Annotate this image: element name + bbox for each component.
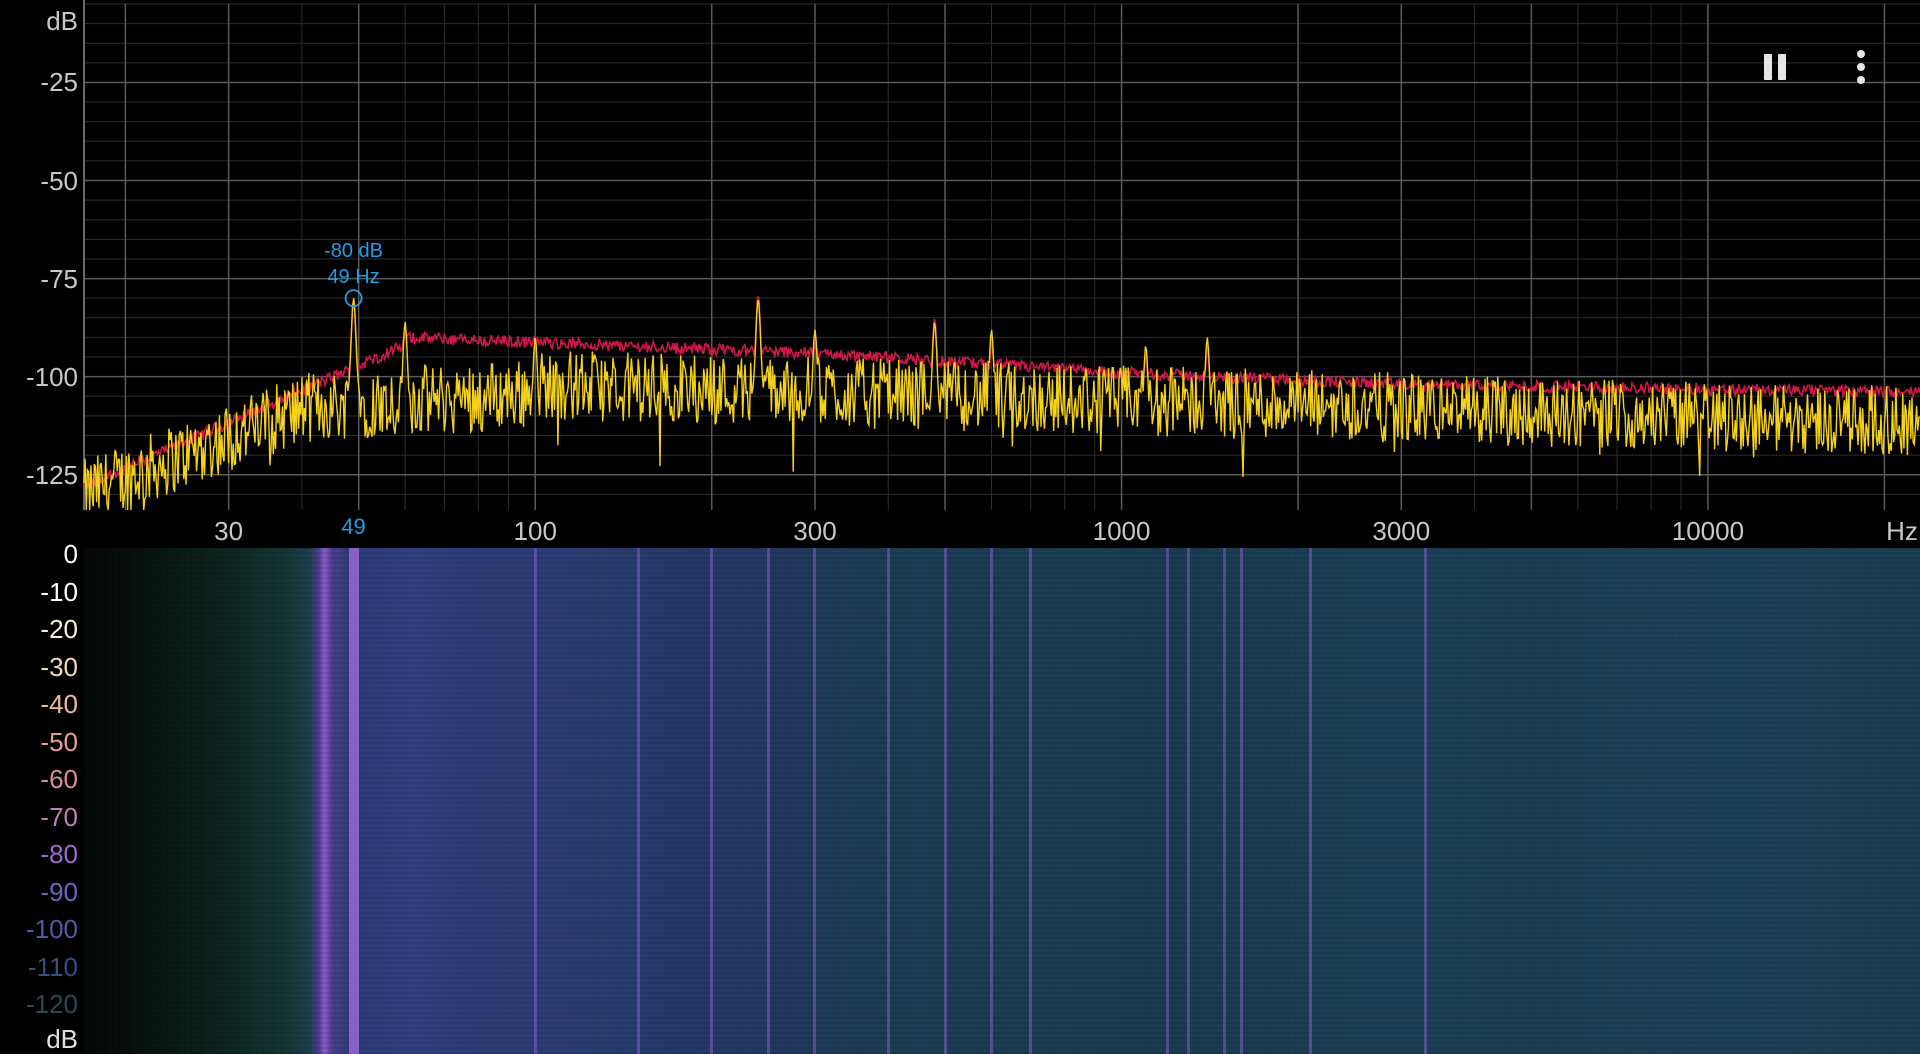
spectrogram-harmonic-streak [1186,548,1190,1054]
spectrogram-harmonic-streak [1424,548,1428,1054]
spectrogram-scale-label: -50 [40,726,78,757]
x-axis-unit-label: Hz [1886,516,1918,546]
spectrogram-harmonic-streak [348,548,359,1054]
more-vertical-icon [1857,50,1865,84]
y-tick-label: -100 [25,361,78,392]
spectrogram-scale-label: -110 [27,951,78,982]
spectrogram-harmonic-streak [813,548,817,1054]
spectrogram-scale-label: -20 [40,614,78,644]
spectrogram-scale-label: -100 [25,914,78,944]
spectrogram-scale-label: -120 [25,989,78,1019]
spectrogram-scale-label: -60 [40,764,78,794]
spectrogram-harmonic-streak [1308,548,1312,1054]
spectrogram-scale-label: -80 [40,839,78,869]
peak-marker-hz: 49 Hz [327,266,380,289]
spectrogram-waterfall[interactable] [84,548,1920,1054]
pause-icon [1764,54,1790,80]
x-tick-label: 3000 [1372,516,1431,546]
spectrogram-scale-label: 0 [63,539,78,569]
y-tick-label: -125 [25,459,78,490]
spectrogram-harmonic-streak [533,548,537,1054]
peak-marker-axis-label: 49 [341,514,366,539]
peak-marker-db: -80 dB [324,240,384,263]
pause-button[interactable] [1756,52,1796,82]
spectrogram-harmonic-streak [1239,548,1243,1054]
spectrogram-unit-label: dB [46,1024,78,1054]
x-tick-label: 100 [513,516,557,546]
spectrogram-scale-label: -90 [40,876,78,907]
x-tick-label: 10000 [1671,516,1745,546]
y-axis-unit-label: dB [46,6,78,36]
spectrogram-harmonic-streak [710,548,714,1054]
y-tick-label: -25 [40,67,78,98]
spectrogram-harmonic-streak [943,548,947,1054]
more-options-button[interactable] [1846,48,1876,88]
spectrum-plot[interactable] [0,0,1920,548]
y-tick-label: -75 [40,263,78,294]
x-tick-label: 30 [214,516,244,546]
spectrogram-texture [84,548,1920,1054]
spectrogram-scale-label: -40 [40,689,78,719]
spectrum-analyzer-app: dB -25 -50 -75 -100 -125 30 100 300 1000 3000 100… [0,0,1920,1054]
spectrogram-harmonic-streak [1166,548,1170,1054]
spectrogram-scale-label: -70 [40,801,78,832]
spectrogram-harmonic-streak [886,548,890,1054]
spectrogram-harmonic-streak [767,548,771,1054]
y-tick-label: -50 [40,165,78,196]
spectrogram-scale-label: -10 [40,576,78,607]
spectrogram-harmonic-streak [1223,548,1227,1054]
spectrogram-harmonic-streak [989,548,993,1054]
x-tick-label: 300 [793,516,837,546]
spectrogram-harmonic-streak [1029,548,1033,1054]
spectrogram-harmonic-streak [636,548,640,1054]
x-tick-label: 1000 [1092,516,1151,546]
spectrogram-scale-label: -30 [40,651,78,682]
